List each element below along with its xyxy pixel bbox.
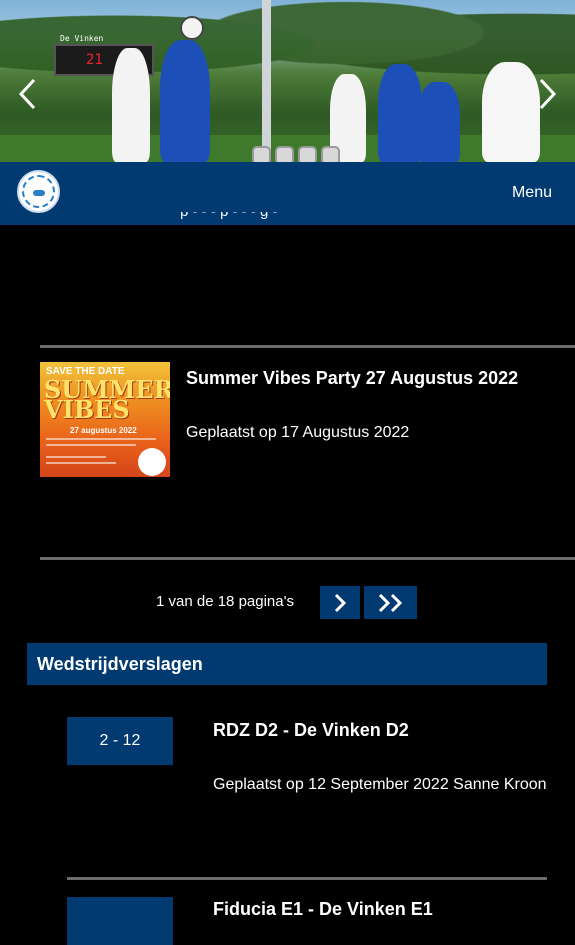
player (160, 40, 210, 162)
thumbnail-text-line (46, 456, 106, 458)
section-title: Wedstrijdverslagen (37, 654, 203, 674)
match-score (67, 897, 173, 945)
news-posted-date: Geplaatst op 17 Augustus 2022 (186, 424, 410, 441)
divider (40, 345, 575, 348)
match-title-link[interactable]: RDZ D2 - De Vinken D2 (213, 720, 409, 741)
divider (40, 557, 575, 560)
scoreboard-value: 21 (86, 52, 103, 68)
thumbnail-text-line (46, 438, 156, 440)
news-title-link[interactable]: Summer Vibes Party 27 Augustus 2022 (186, 368, 518, 389)
carousel-dot[interactable] (321, 146, 340, 162)
thumbnail-text-line (46, 444, 136, 446)
double-chevron-right-icon (378, 593, 402, 612)
carousel-dot[interactable] (275, 146, 294, 162)
player (112, 48, 150, 162)
match-score: 2 - 12 (67, 717, 173, 765)
news-thumbnail[interactable]: SAVE THE DATE SUMMER VIBES 27 augustus 2… (40, 362, 170, 477)
player (418, 82, 460, 162)
ball (180, 16, 204, 40)
previous-item-fragment: p - - - p - - - g - (180, 212, 278, 226)
thumbnail-text-line (46, 462, 116, 464)
section-header: Wedstrijdverslagen (27, 643, 547, 685)
scoreboard-team: De Vinken (60, 34, 104, 43)
pagination-status: 1 van de 18 pagina's (156, 593, 294, 610)
carousel-dot[interactable] (252, 146, 271, 162)
thumbnail-club-badge (138, 448, 166, 476)
carousel-next-button[interactable] (535, 76, 559, 112)
player (482, 62, 540, 162)
pagination-last-button[interactable] (364, 586, 417, 619)
korfball-pole (262, 0, 271, 160)
thumbnail-date: 27 augustus 2022 (70, 426, 137, 435)
carousel-dot[interactable] (298, 146, 317, 162)
carousel-prev-button[interactable] (16, 76, 40, 112)
divider (67, 877, 547, 880)
chevron-right-icon (539, 78, 557, 110)
chevron-right-icon (334, 593, 347, 612)
match-title-link[interactable]: Fiducia E1 - De Vinken E1 (213, 899, 433, 920)
match-posted-meta: Geplaatst op 12 September 2022 Sanne Kro… (213, 776, 547, 793)
carousel-dots (252, 146, 340, 162)
player (378, 64, 422, 162)
club-logo[interactable] (17, 170, 60, 213)
top-navigation-bar: Menu (0, 162, 575, 225)
thumbnail-title: SUMMER VIBES (44, 375, 170, 424)
menu-button[interactable]: Menu (512, 184, 552, 202)
hero-carousel: De Vinken 21 (0, 0, 575, 162)
pagination-next-button[interactable] (320, 586, 360, 619)
chevron-left-icon (18, 78, 36, 110)
